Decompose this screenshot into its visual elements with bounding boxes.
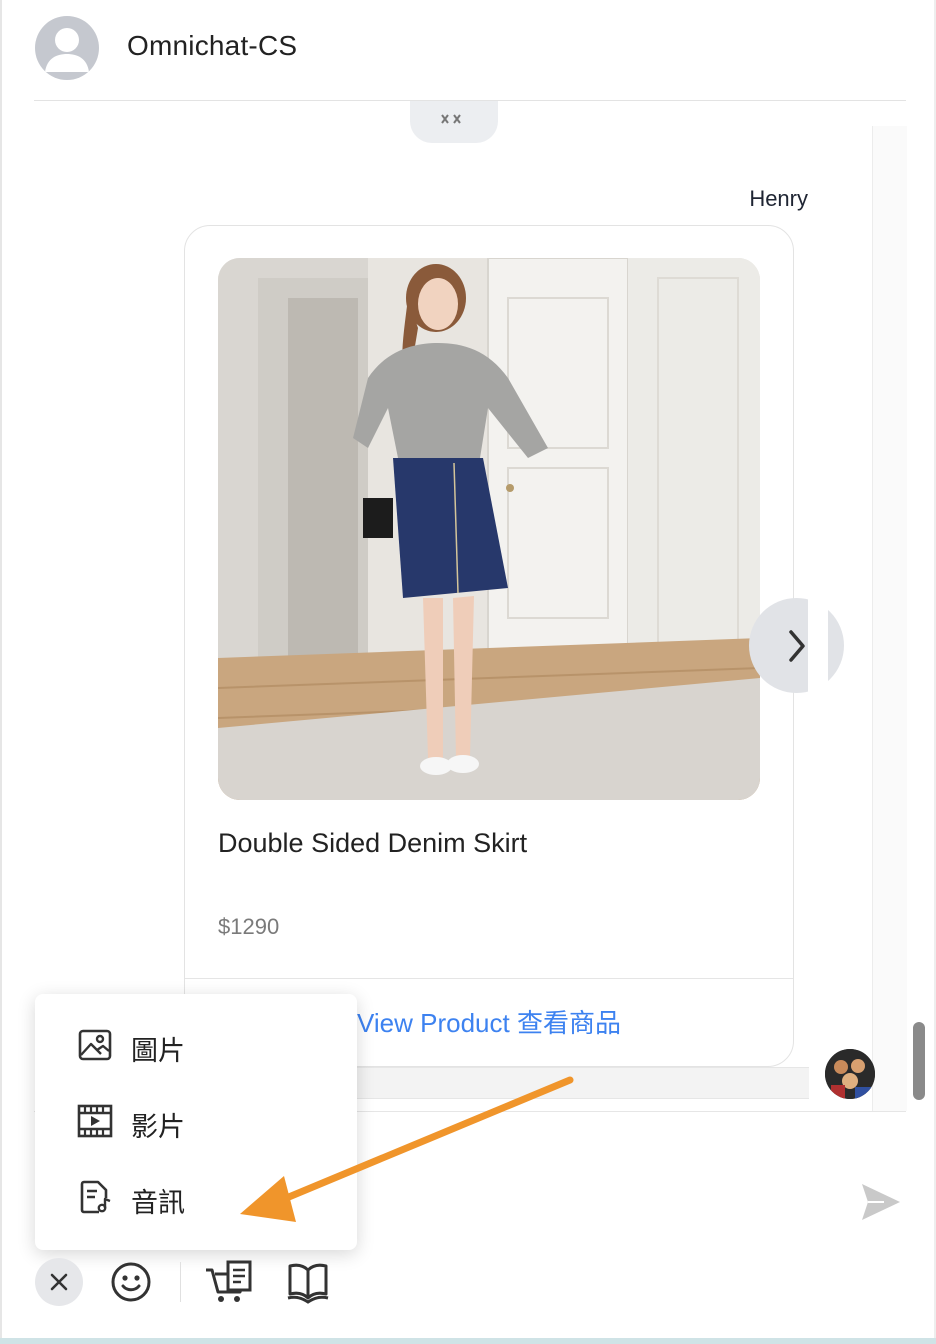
date-separator-pill [410, 101, 498, 143]
product-image[interactable] [218, 258, 760, 800]
product-title: Double Sided Denim Skirt [218, 828, 528, 858]
product-card: Double Sided Denim Skirt $1290 View Prod… [184, 225, 794, 1067]
knowledge-base-button[interactable] [284, 1258, 332, 1306]
attachment-menu: 圖片 影片 音訊 [35, 994, 357, 1250]
window-bottom-border [0, 1338, 936, 1344]
chat-title: Omnichat-CS [127, 30, 298, 61]
chat-scrollbar-thumb[interactable] [913, 1022, 925, 1100]
sender-name: Henry [749, 186, 808, 211]
send-icon [862, 1184, 900, 1220]
audio-file-icon [80, 1180, 111, 1214]
menu-item-label: 圖片 [131, 1036, 185, 1067]
carousel-next-button[interactable] [749, 598, 844, 693]
close-attachment-button[interactable] [35, 1258, 83, 1306]
carousel-edge-mask [808, 571, 828, 731]
product-catalog-button[interactable] [204, 1258, 252, 1306]
menu-item-image[interactable]: 圖片 [35, 1007, 357, 1083]
toolbar-separator [180, 1262, 181, 1302]
send-button[interactable] [858, 1180, 904, 1224]
close-icon [50, 1273, 68, 1291]
product-price: $1290 [218, 914, 280, 939]
chat-header: Omnichat-CS [0, 0, 936, 100]
menu-item-label: 影片 [131, 1112, 185, 1143]
product-photo-illustration [218, 258, 760, 800]
cart-icon [206, 1260, 252, 1302]
menu-item-video[interactable]: 影片 [35, 1083, 357, 1159]
emoji-icon [111, 1262, 151, 1302]
contact-avatar[interactable] [35, 16, 99, 80]
default-user-icon [45, 28, 89, 72]
video-icon [77, 1104, 113, 1138]
menu-item-label: 音訊 [131, 1188, 185, 1219]
separator-glyph-icon [441, 114, 461, 124]
window-left-border [0, 0, 2, 1344]
user-photo-illustration [825, 1049, 875, 1099]
image-icon [78, 1029, 112, 1061]
emoji-button[interactable] [107, 1258, 155, 1306]
user-avatar [825, 1049, 875, 1099]
chat-scrollbar-track[interactable] [872, 126, 907, 1111]
menu-item-audio[interactable]: 音訊 [35, 1159, 357, 1235]
book-icon [287, 1263, 329, 1304]
message-list[interactable]: Henry Double Sided Denim Skirt $1290 Vie… [34, 101, 906, 1111]
